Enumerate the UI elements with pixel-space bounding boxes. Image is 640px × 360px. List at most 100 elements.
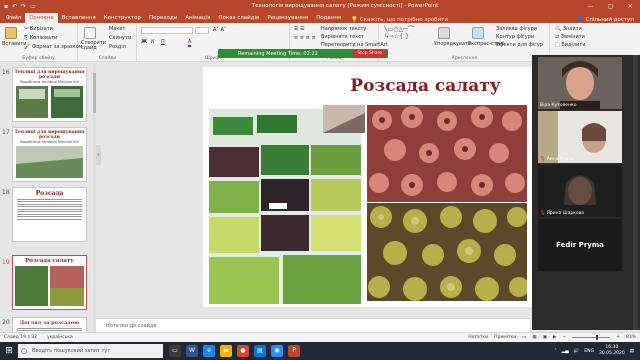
- file-explorer-icon[interactable]: ▬: [220, 345, 232, 357]
- notifications-icon[interactable]: ▤: [630, 349, 634, 354]
- maximize-button[interactable]: ▢: [608, 3, 614, 10]
- shape-fill-button[interactable]: Заливка фігури: [496, 26, 537, 32]
- slide-thumbnail-selected[interactable]: Розсада салату: [12, 255, 87, 310]
- windows-start-icon[interactable]: ⊞: [0, 342, 18, 360]
- shape-effects-button[interactable]: Ефекти для фігур: [496, 42, 543, 48]
- system-tray: ˄ ▂▄ 🔊 ENG 16:30 30.05.2020 ▤: [554, 345, 640, 357]
- close-button[interactable]: ✕: [628, 3, 633, 10]
- tab-review[interactable]: Рецензування: [263, 13, 312, 23]
- grow-font-icon[interactable]: A˄ A˅: [213, 27, 226, 33]
- collapse-pane-button[interactable]: ‹: [96, 145, 101, 165]
- arrange-button[interactable]: Упорядкувати: [434, 41, 471, 47]
- underline-icon[interactable]: П: [161, 39, 165, 45]
- language-indicator[interactable]: українська: [47, 335, 73, 340]
- word-icon[interactable]: W: [186, 345, 198, 357]
- font-color-icon[interactable]: A: [188, 39, 192, 47]
- quick-access-toolbar: ▪ ↶ ↷ ▭: [0, 3, 110, 10]
- tab-view[interactable]: Подання: [312, 13, 345, 23]
- shape-outline-button[interactable]: Контур фігури: [496, 34, 534, 40]
- layout-button[interactable]: Макет: [109, 26, 125, 32]
- clock[interactable]: 16:30 30.05.2020: [599, 345, 625, 357]
- align-icon[interactable]: ≡ ≡ ≡ ≡: [294, 35, 316, 41]
- redo-icon[interactable]: ↷: [21, 3, 26, 10]
- format-painter-button[interactable]: 🖌 Формат за зразком: [24, 44, 83, 50]
- edge-icon[interactable]: e: [203, 345, 215, 357]
- tab-design[interactable]: Конструктор: [100, 13, 145, 23]
- notes-toggle[interactable]: Нотатки: [468, 335, 488, 340]
- taskbar-search-input[interactable]: Введіть пошуковий запит тут: [18, 344, 163, 358]
- new-slide-icon[interactable]: [84, 27, 96, 39]
- zoom-app-icon[interactable]: ◉: [271, 345, 283, 357]
- reading-view-icon[interactable]: ▣: [543, 335, 547, 340]
- bold-icon[interactable]: Ж: [141, 39, 147, 45]
- minimize-button[interactable]: —: [587, 3, 593, 10]
- reset-button[interactable]: Скинути: [109, 35, 131, 41]
- current-slide[interactable]: Розсада салату: [203, 67, 533, 307]
- thumb-title: Теплиці для вирощування розсади: [14, 70, 85, 80]
- slide-thumbnail[interactable]: Розсада: [12, 187, 87, 242]
- participant-video: [538, 165, 622, 217]
- slide-thumbnail[interactable]: Теплиці для вирощування розсади Виробнич…: [12, 67, 87, 122]
- red-lettuce-photo: [367, 105, 527, 202]
- slide-title[interactable]: Розсада салату: [323, 76, 528, 96]
- zoom-level[interactable]: 83%: [626, 335, 636, 340]
- cut-button[interactable]: ✂ Вирізати: [24, 26, 53, 32]
- tab-animations[interactable]: Анімація: [181, 13, 214, 23]
- convert-smartart-button[interactable]: Перетворити на SmartArt: [321, 42, 388, 48]
- green-lettuce-photo: [367, 203, 527, 301]
- participant-tile[interactable]: Віра Кутовенко: [538, 57, 622, 109]
- thumb-title: Розсада: [35, 190, 64, 197]
- stop-share-button[interactable]: Stop Share: [353, 50, 386, 57]
- replace-label: Замінити: [560, 34, 585, 40]
- network-icon[interactable]: ▂▄: [562, 349, 569, 354]
- replace-button[interactable]: ⇄ Замінити: [555, 34, 585, 40]
- paste-icon[interactable]: [5, 27, 17, 39]
- slideshow-view-icon[interactable]: ▶: [553, 335, 556, 340]
- bullets-icon[interactable]: ☰ ☰: [294, 26, 305, 32]
- notes-pane[interactable]: Нотатки до слайда: [96, 318, 530, 332]
- italic-icon[interactable]: К: [151, 39, 155, 45]
- slide-thumbnail[interactable]: Догляд за розсадою: [12, 317, 87, 333]
- font-name-field[interactable]: [141, 27, 193, 34]
- undo-icon[interactable]: ↶: [12, 3, 17, 10]
- quick-styles-icon[interactable]: [472, 27, 484, 39]
- find-button[interactable]: 🔍 Знайти: [555, 26, 582, 32]
- tab-file[interactable]: Файл: [2, 13, 25, 23]
- new-slide-button[interactable]: Створити слайд: [81, 41, 106, 51]
- tab-home[interactable]: Основне: [25, 13, 58, 23]
- slideshow-icon[interactable]: ▭: [30, 3, 36, 10]
- chrome-icon[interactable]: ●: [237, 345, 249, 357]
- participant-tile[interactable]: 🎙Ярина Шаркова: [538, 165, 622, 217]
- arrange-icon[interactable]: [438, 27, 450, 39]
- ribbon-tabs: Файл Основне Вставлення Конструктор Пере…: [0, 12, 640, 23]
- powerpoint-icon[interactable]: P: [288, 345, 300, 357]
- slide-thumbnail[interactable]: Теплиці для вирощування розсади Виробнич…: [12, 127, 87, 182]
- shapes-gallery-icon[interactable]: ╲▭○△⌐⌒ ↳⇨☆{ }: [384, 26, 414, 40]
- tab-slideshow[interactable]: Показ слайдів: [214, 13, 263, 23]
- save-icon[interactable]: ▪: [4, 3, 8, 10]
- font-size-field[interactable]: [195, 27, 209, 34]
- tray-chevron-icon[interactable]: ˄: [554, 349, 556, 354]
- copy-button[interactable]: ⎘ Копіювати: [24, 35, 57, 41]
- volume-icon[interactable]: 🔊: [574, 349, 580, 354]
- clipboard-group: Вставити ✂ Вирізати ⎘ Копіювати 🖌 Формат…: [0, 23, 83, 62]
- tab-transitions[interactable]: Переходи: [145, 13, 181, 23]
- align-text-button[interactable]: Вирівняти текст: [321, 34, 364, 40]
- tab-insert[interactable]: Вставлення: [58, 13, 100, 23]
- comments-toggle[interactable]: Примітки: [494, 335, 516, 340]
- text-direction-button[interactable]: Напрямок тексту: [321, 26, 366, 32]
- participant-tile[interactable]: 🎙Анна Круча: [538, 111, 622, 163]
- paste-button[interactable]: Вставити: [2, 41, 27, 47]
- zoom-in-icon[interactable]: +: [616, 335, 620, 340]
- select-button[interactable]: ⬚ Виділити: [555, 42, 585, 48]
- slide-sorter-icon[interactable]: ▦: [532, 335, 536, 340]
- store-icon[interactable]: ▤: [254, 345, 266, 357]
- zoom-out-icon[interactable]: −: [562, 335, 566, 340]
- normal-view-icon[interactable]: ▭: [522, 335, 526, 340]
- zoom-slider[interactable]: [572, 335, 611, 340]
- participant-tile[interactable]: Fedir Pryma: [538, 219, 622, 271]
- video-panel-scrollbar[interactable]: [633, 55, 638, 330]
- task-view-icon[interactable]: ▭: [169, 345, 181, 357]
- input-language[interactable]: ENG: [584, 349, 594, 354]
- section-button[interactable]: Розділ: [109, 44, 126, 50]
